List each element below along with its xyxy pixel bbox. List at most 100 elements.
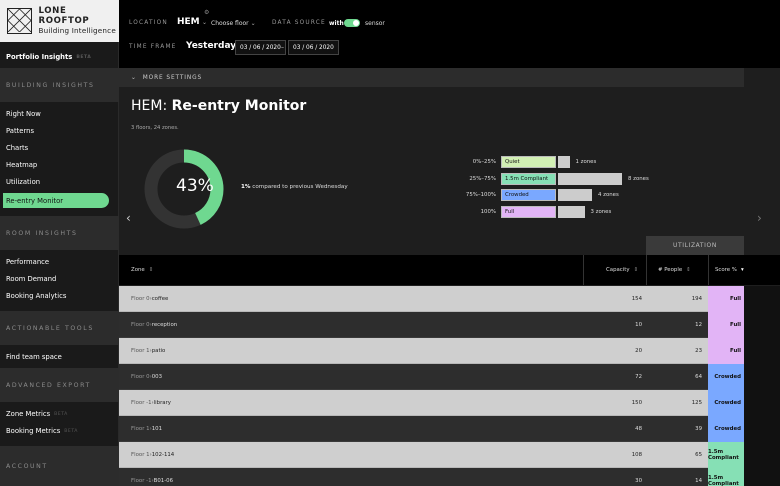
table-row[interactable]: Floor 0 › 003 72 64 Crowded <box>119 364 780 390</box>
location-label: LOCATION <box>129 20 168 26</box>
legend-label: 1.5m Compliant <box>501 172 556 185</box>
page-title-main: Re-entry Monitor <box>171 98 307 114</box>
sidebar-item-patterns[interactable]: Patterns <box>0 124 119 138</box>
column-capacity[interactable]: Capacity ⇕ <box>606 255 638 285</box>
sidebar-item-find-team-space[interactable]: Find team space <box>0 350 119 364</box>
people-cell: 194 <box>691 296 702 302</box>
section-actionable-tools[interactable]: ACTIONABLE TOOLS <box>0 311 119 345</box>
sort-icon: ⇕ <box>686 267 691 273</box>
date-to-input[interactable]: 03 / 06 / 2020 <box>288 40 339 55</box>
legend-count: 8 zones <box>628 175 649 182</box>
table-row[interactable]: Floor 0 › coffee 154 194 Full <box>119 286 780 312</box>
date-separator: – <box>281 44 284 51</box>
zone-cell: Floor 0 › 003 <box>131 364 162 390</box>
zone-name: 102-114 <box>151 452 175 458</box>
chevron-left-icon[interactable]: ‹ <box>126 211 131 225</box>
gear-icon[interactable]: ⚙ <box>204 9 209 16</box>
comparison-label: compared to previous Wednesday <box>252 184 348 190</box>
legend-range: 75%–100% <box>465 192 496 198</box>
floor-select[interactable]: Choose floor ⌄ <box>211 20 256 27</box>
scroll-gutter <box>744 312 780 338</box>
chevron-down-icon[interactable]: ⌄ <box>226 43 231 50</box>
beta-badge: BETA <box>64 428 78 434</box>
data-source-label: DATA SOURCE <box>272 20 326 26</box>
score-cell: Crowded <box>708 390 744 416</box>
table-row[interactable]: Floor -1 › B01-06 30 14 1.5m Compliant <box>119 468 780 486</box>
top-header: LOCATION HEM ⌄ ⚙ Choose floor ⌄ DATA SOU… <box>119 0 780 68</box>
section-room-insights[interactable]: ROOM INSIGHTS <box>0 216 119 250</box>
sidebar-item-booking-analytics[interactable]: Booking Analytics <box>0 289 119 303</box>
sidebar-item-booking-metrics[interactable]: Booking Metrics BETA <box>0 424 119 438</box>
table-row[interactable]: Floor 1 › 101 48 39 Crowded <box>119 416 780 442</box>
page-subtitle: 3 floors, 24 zones. <box>131 125 179 131</box>
zone-floor: Floor 0 <box>131 322 150 328</box>
capacity-cell: 10 <box>635 322 642 328</box>
beta-badge: BETA <box>76 54 92 60</box>
people-cell: 65 <box>695 452 702 458</box>
sidebar-item-label: Booking Metrics <box>6 427 61 435</box>
score-cell: Crowded <box>708 416 744 442</box>
data-source-value: sensor <box>365 20 385 27</box>
location-select[interactable]: HEM <box>177 17 200 27</box>
zone-floor: Floor 1 <box>131 426 150 432</box>
column-label: Zone <box>131 267 145 273</box>
chevron-down-icon: ⌄ <box>250 20 256 27</box>
zone-name: coffee <box>151 296 169 302</box>
column-zone[interactable]: Zone ⇕ <box>131 255 153 285</box>
more-settings-toggle[interactable]: ⌄ MORE SETTINGS <box>119 68 744 87</box>
people-cell: 23 <box>695 348 702 354</box>
sidebar-item-zone-metrics[interactable]: Zone Metrics BETA <box>0 407 119 421</box>
table-row[interactable]: Floor 0 › reception 10 12 Full <box>119 312 780 338</box>
section-account[interactable]: ACCOUNT <box>0 446 119 486</box>
section-advanced-export[interactable]: ADVANCED EXPORT <box>0 368 119 402</box>
sidebar-item-room-demand[interactable]: Room Demand <box>0 272 119 286</box>
scroll-gutter <box>744 364 780 390</box>
chevron-down-icon: ⌄ <box>131 74 137 81</box>
chevron-right-icon[interactable]: › <box>757 211 762 225</box>
scroll-gutter <box>744 286 780 312</box>
sidebar-item-charts[interactable]: Charts <box>0 141 119 155</box>
table-header: Zone ⇕ Capacity ⇕ # People ⇕ Score % ▾ <box>119 255 780 285</box>
sidebar-item-right-now[interactable]: Right Now <box>0 107 119 121</box>
people-cell: 12 <box>695 322 702 328</box>
people-cell: 125 <box>691 400 702 406</box>
app-window: LONE ROOFTOP Building Intelligence Portf… <box>0 0 780 486</box>
table-row[interactable]: Floor 1 › patio 20 23 Full <box>119 338 780 364</box>
comparison-value: 1% <box>241 184 251 190</box>
sensor-toggle[interactable] <box>344 19 360 27</box>
legend-count-bar <box>558 172 622 185</box>
legend-count-bar <box>558 156 570 168</box>
section-building-insights[interactable]: BUILDING INSIGHTS <box>0 68 119 102</box>
brand-logo[interactable]: LONE ROOFTOP Building Intelligence <box>0 0 119 42</box>
sidebar-item-performance[interactable]: Performance <box>0 255 119 269</box>
capacity-cell: 150 <box>631 400 642 406</box>
sidebar-item-heatmap[interactable]: Heatmap <box>0 158 119 172</box>
zone-name: 003 <box>151 374 163 380</box>
sidebar-item-portfolio-insights[interactable]: Portfolio Insights BETA <box>0 48 119 66</box>
capacity-cell: 48 <box>635 426 642 432</box>
legend-range: 0%–25% <box>472 159 496 165</box>
table-row[interactable]: Floor -1 › library 150 125 Crowded <box>119 390 780 416</box>
sidebar-item-re-entry-monitor[interactable]: Re-entry Monitor <box>3 193 109 208</box>
legend-count: 3 zones <box>590 208 612 215</box>
more-settings-label: MORE SETTINGS <box>142 74 203 81</box>
chevron-down-icon[interactable]: ⌄ <box>202 19 207 26</box>
table-row[interactable]: Floor 1 › 102-114 108 65 1.5m Compliant <box>119 442 780 468</box>
column-people[interactable]: # People ⇕ <box>658 255 691 285</box>
floor-select-value: Choose floor <box>211 20 249 27</box>
column-label: Capacity <box>606 267 630 273</box>
legend-range: 100% <box>480 208 496 215</box>
people-cell: 14 <box>695 478 702 484</box>
sidebar-item-utilization[interactable]: Utilization <box>0 175 119 189</box>
zone-cell: Floor 1 › patio <box>131 338 165 364</box>
legend-label: Full <box>501 205 556 218</box>
people-cell: 64 <box>695 374 702 380</box>
utilization-header: UTILIZATION <box>646 236 744 255</box>
date-from-input[interactable]: 03 / 06 / 2020 <box>235 40 286 55</box>
column-divider <box>583 255 584 285</box>
zone-floor: Floor 1 <box>131 452 150 458</box>
scroll-gutter <box>744 390 780 416</box>
zone-floor: Floor 0 <box>131 296 150 302</box>
column-score[interactable]: Score % ▾ <box>715 255 744 285</box>
beta-badge: BETA <box>54 411 68 417</box>
